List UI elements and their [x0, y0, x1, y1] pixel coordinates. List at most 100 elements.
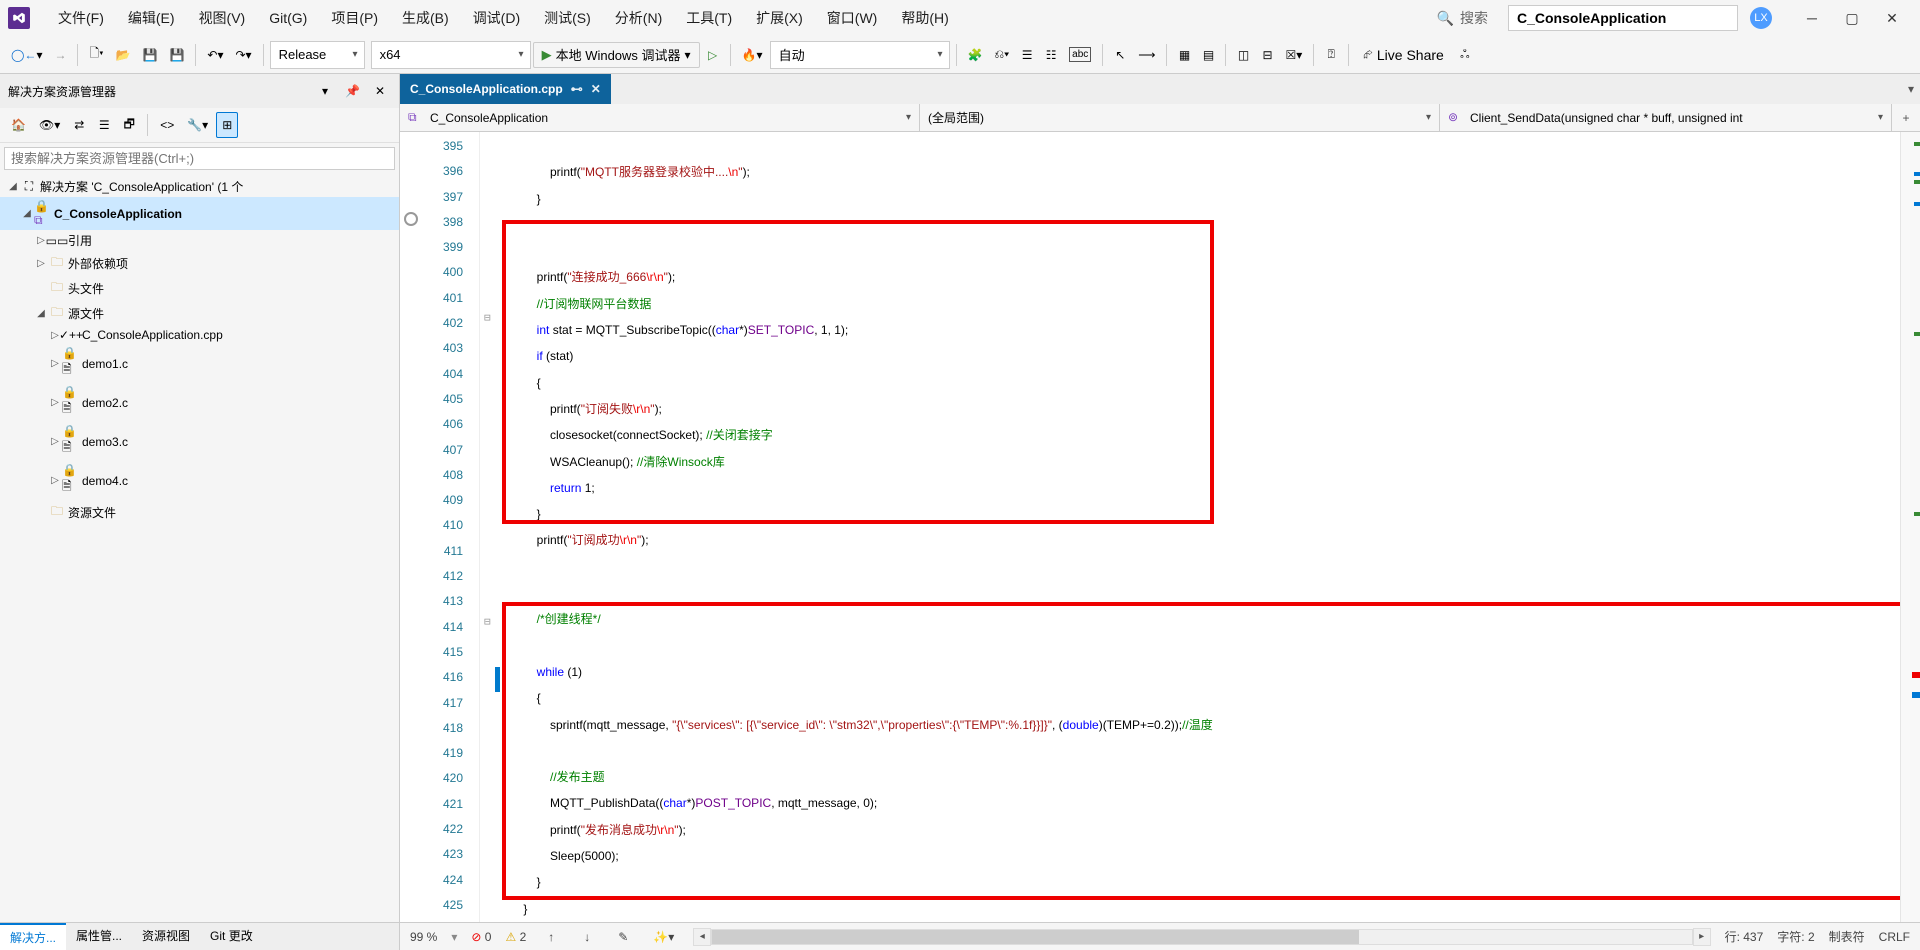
warning-count[interactable]: ⚠ 2 [505, 930, 526, 944]
editor-body[interactable]: 3953963973983994004014024034044054064074… [400, 132, 1920, 922]
tree-solution[interactable]: ◢⛶ 解决方案 'C_ConsoleApplication' (1 个 [0, 176, 399, 197]
nav-fwd-button[interactable]: → [49, 42, 71, 68]
line-indicator[interactable]: 行: 437 [1725, 928, 1764, 945]
tb-icon-1[interactable]: 🧩 [963, 42, 988, 68]
open-button[interactable]: 📂 [111, 42, 136, 68]
tree-file-1[interactable]: ▷ 🔒🗎 demo1.c [0, 344, 399, 383]
hot-reload-button[interactable]: 🔥▾ [737, 42, 768, 68]
undo-button[interactable]: ↶▾ [202, 42, 228, 68]
tb-icon-4[interactable]: ☷ [1040, 42, 1062, 68]
menu-tools[interactable]: 工具(T) [674, 2, 744, 34]
menu-git[interactable]: Git(G) [257, 4, 319, 32]
platform-select[interactable]: x64 [371, 41, 531, 69]
menu-window[interactable]: 窗口(W) [815, 2, 890, 34]
breakpoint-marker[interactable] [404, 212, 418, 226]
save-all-button[interactable]: 💾 [164, 42, 189, 68]
tree-file-4[interactable]: ▷ 🔒🗎 demo4.c [0, 461, 399, 500]
minimap[interactable] [1900, 132, 1920, 922]
tree-file-0[interactable]: ▷ ✓++ C_ConsoleApplication.cpp [0, 326, 399, 344]
search-button[interactable]: 🔍 搜索 [1429, 6, 1496, 30]
nav-up-icon[interactable]: ↑ [540, 924, 562, 950]
start-without-debug-button[interactable]: ▷ [702, 42, 724, 68]
pin-icon[interactable]: ⊷ [571, 82, 583, 96]
menu-debug[interactable]: 调试(D) [461, 2, 532, 34]
sln-btn-2[interactable]: 👁▾ [34, 112, 65, 138]
sln-btn-8[interactable]: ⊞ [216, 112, 238, 138]
save-button[interactable]: 💾 [138, 42, 163, 68]
menu-view[interactable]: 视图(V) [187, 2, 258, 34]
menu-edit[interactable]: 编辑(E) [116, 2, 187, 34]
tree-resources[interactable]: 🗀 资源文件 [0, 500, 399, 525]
tab-resview[interactable]: 资源视图 [132, 923, 200, 950]
menu-test[interactable]: 测试(S) [532, 2, 603, 34]
menu-project[interactable]: 项目(P) [319, 2, 390, 34]
sln-btn-6[interactable]: <> [155, 112, 179, 138]
tree-file-2[interactable]: ▷ 🔒🗎 demo2.c [0, 383, 399, 422]
panel-dropdown-icon[interactable]: ▾ [314, 78, 336, 104]
nav-back-button[interactable]: ◯←▾ [6, 42, 47, 68]
minimize-button[interactable]: ─ [1792, 4, 1832, 32]
menu-build[interactable]: 生成(B) [390, 2, 461, 34]
nav-function[interactable]: ⊚ Client_SendData(unsigned char * buff, … [1440, 104, 1892, 131]
configuration-select[interactable]: Release [270, 41, 365, 69]
tree-headers[interactable]: 🗀 头文件 [0, 276, 399, 301]
tree-sources[interactable]: ◢ 🗀 源文件 [0, 301, 399, 326]
menu-help[interactable]: 帮助(H) [889, 2, 960, 34]
hscroll-right-icon[interactable]: ▸ [1693, 928, 1711, 946]
tb-icon-6[interactable]: ↖ [1109, 42, 1131, 68]
solution-tree[interactable]: ◢⛶ 解决方案 'C_ConsoleApplication' (1 个 ◢ 🔒⧉… [0, 174, 399, 922]
indent-indicator[interactable]: 制表符 [1829, 928, 1865, 945]
zoom-level[interactable]: 99 % [410, 930, 437, 944]
auto-select[interactable]: 自动 [770, 41, 950, 69]
panel-close-icon[interactable]: ✕ [369, 78, 391, 104]
solution-title-combo[interactable]: C_ConsoleApplication [1508, 5, 1738, 31]
nav-scope[interactable]: ⧉ C_ConsoleApplication [400, 104, 920, 131]
tree-references[interactable]: ▷ ▭▭ 引用 [0, 230, 399, 251]
nav-plus-icon[interactable]: + [1892, 104, 1920, 131]
sln-btn-4[interactable]: ☰ [93, 112, 115, 138]
sln-home-icon[interactable]: 🏠 [6, 112, 31, 138]
panel-pin-icon[interactable]: 📌 [340, 78, 365, 104]
menu-file[interactable]: 文件(F) [46, 2, 116, 34]
tb-icon-8[interactable]: ▦ [1173, 42, 1195, 68]
error-count[interactable]: ⊘ 0 [471, 930, 491, 944]
wand-icon[interactable]: ✎ [612, 924, 634, 950]
tb-icon-2[interactable]: ⎌▾ [990, 42, 1015, 68]
hscroll-left-icon[interactable]: ◂ [693, 928, 711, 946]
tab-solution[interactable]: 解决方... [0, 923, 66, 950]
tab-git[interactable]: Git 更改 [200, 923, 263, 950]
user-avatar[interactable]: LX [1750, 7, 1772, 29]
tb-icon-9[interactable]: ▤ [1197, 42, 1219, 68]
horizontal-scrollbar[interactable]: ◂ ▸ [693, 928, 1710, 946]
tree-external[interactable]: ▷ 🗀 外部依赖项 [0, 251, 399, 276]
start-debug-button[interactable]: ▶ 本地 Windows 调试器 ▾ [533, 42, 700, 68]
live-share-button[interactable]: ⮳ Live Share [1355, 42, 1452, 68]
sln-search-input[interactable] [4, 147, 395, 170]
nav-class[interactable]: (全局范围) [920, 104, 1440, 131]
redo-button[interactable]: ↷▾ [231, 42, 257, 68]
tree-file-3[interactable]: ▷ 🔒🗎 demo3.c [0, 422, 399, 461]
document-tab[interactable]: C_ConsoleApplication.cpp ⊷ ✕ [400, 74, 611, 104]
tree-project[interactable]: ◢ 🔒⧉ C_ConsoleApplication [0, 197, 399, 230]
new-item-button[interactable]: 🗋▾ [84, 42, 108, 68]
sln-btn-7[interactable]: 🔧▾ [182, 112, 213, 138]
tb-icon-12[interactable]: ☒▾ [1280, 42, 1307, 68]
feedback-button[interactable]: ஃ [1454, 42, 1476, 68]
tb-icon-11[interactable]: ⊟ [1256, 42, 1278, 68]
tb-icon-3[interactable]: ☰ [1016, 42, 1038, 68]
menu-extensions[interactable]: 扩展(X) [744, 2, 815, 34]
tb-icon-10[interactable]: ◫ [1232, 42, 1254, 68]
wand2-icon[interactable]: ✨▾ [648, 924, 679, 950]
tb-icon-13[interactable]: ⍰ [1320, 42, 1342, 68]
tab-properties[interactable]: 属性管... [66, 923, 132, 950]
sln-btn-5[interactable]: 🗗 [118, 112, 140, 138]
tb-icon-5[interactable]: abc [1064, 42, 1096, 68]
sln-btn-3[interactable]: ⇄ [68, 112, 90, 138]
maximize-button[interactable]: ▢ [1832, 4, 1872, 32]
nav-down-icon[interactable]: ↓ [576, 924, 598, 950]
close-button[interactable]: ✕ [1872, 4, 1912, 32]
menu-analyze[interactable]: 分析(N) [603, 2, 674, 34]
close-tab-icon[interactable]: ✕ [591, 82, 601, 96]
eol-indicator[interactable]: CRLF [1879, 930, 1910, 944]
tab-overflow-icon[interactable]: ▾ [1902, 74, 1920, 104]
